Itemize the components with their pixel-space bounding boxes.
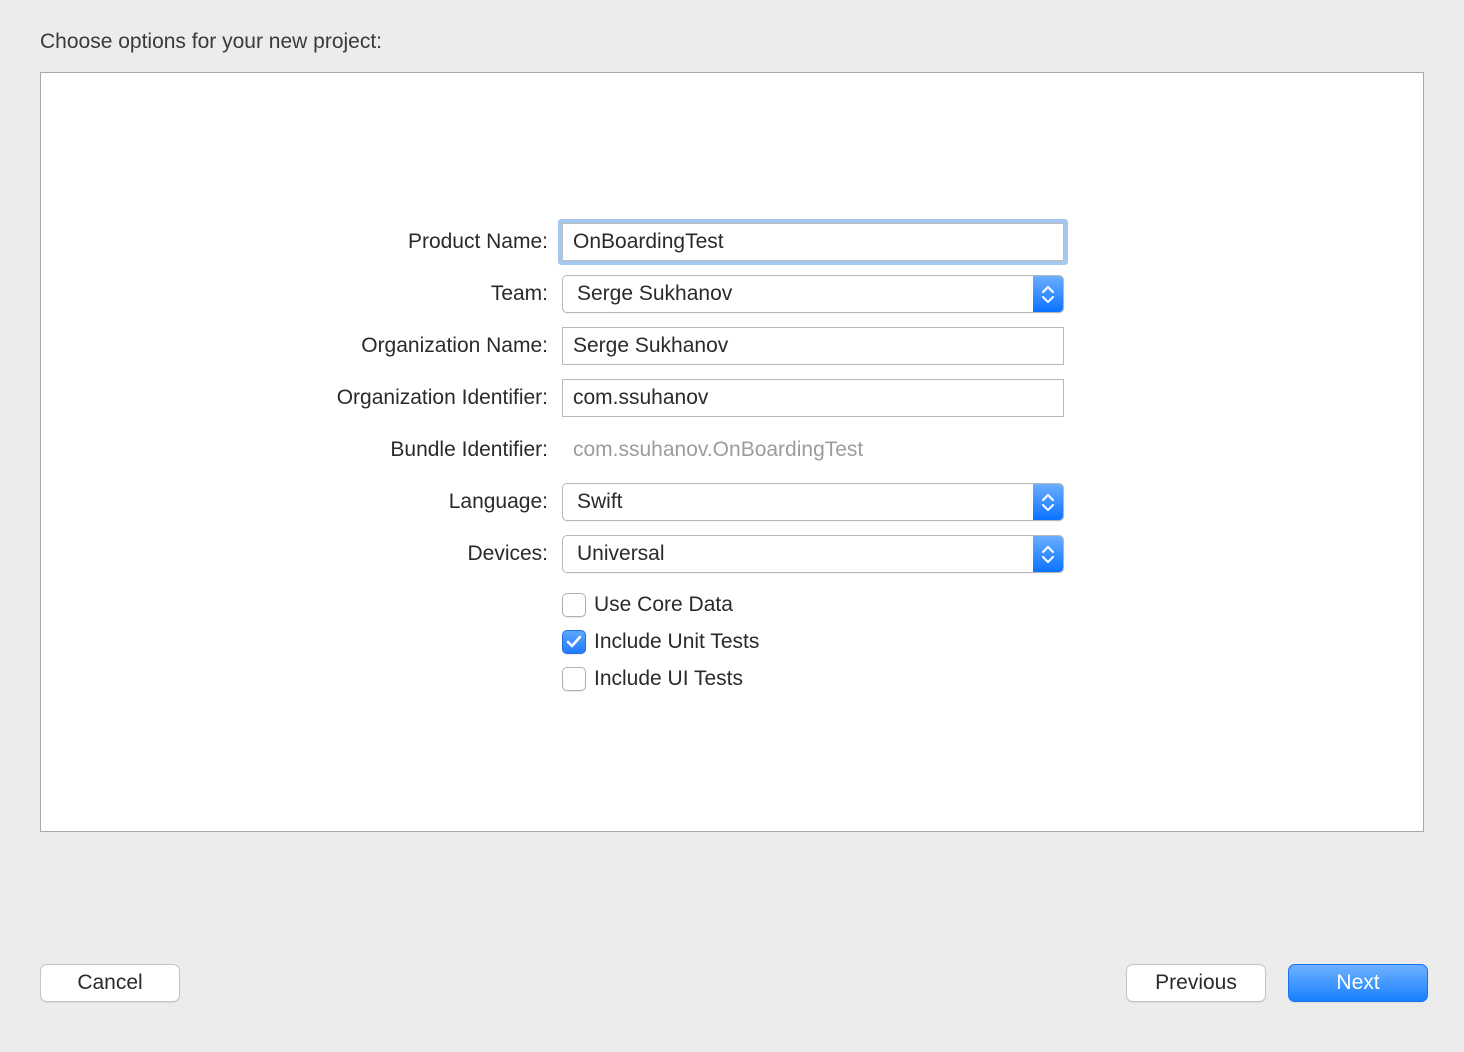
next-button[interactable]: Next: [1288, 964, 1428, 1002]
core-data-checkbox[interactable]: [562, 593, 586, 617]
button-bar: Cancel Previous Next: [40, 964, 1428, 1002]
ui-tests-label: Include UI Tests: [594, 667, 743, 691]
bundle-identifier-row: Bundle Identifier: com.ssuhanov.OnBoardi…: [282, 431, 1182, 469]
language-row: Language: Swift: [282, 483, 1182, 521]
devices-row: Devices: Universal: [282, 535, 1182, 573]
dialog-title: Choose options for your new project:: [0, 0, 1464, 72]
organization-name-row: Organization Name:: [282, 327, 1182, 365]
language-select[interactable]: Swift: [562, 483, 1064, 521]
organization-identifier-input[interactable]: [562, 379, 1064, 417]
organization-identifier-label: Organization Identifier:: [282, 386, 562, 410]
new-project-options-dialog: Choose options for your new project: Pro…: [0, 0, 1464, 1052]
bundle-identifier-label: Bundle Identifier:: [282, 438, 562, 462]
organization-name-label: Organization Name:: [282, 334, 562, 358]
ui-tests-row: Include UI Tests: [282, 665, 1182, 693]
team-row: Team: Serge Sukhanov: [282, 275, 1182, 313]
content-panel: Product Name: Team: Serge Sukhanov: [40, 72, 1424, 832]
product-name-row: Product Name:: [282, 223, 1182, 261]
organization-identifier-row: Organization Identifier:: [282, 379, 1182, 417]
team-select-value: Serge Sukhanov: [563, 282, 1033, 306]
bundle-identifier-value: com.ssuhanov.OnBoardingTest: [562, 438, 1182, 462]
core-data-label: Use Core Data: [594, 593, 733, 617]
unit-tests-checkbox[interactable]: [562, 630, 586, 654]
devices-select-value: Universal: [563, 542, 1033, 566]
cancel-button[interactable]: Cancel: [40, 964, 180, 1002]
unit-tests-row: Include Unit Tests: [282, 628, 1182, 656]
devices-label: Devices:: [282, 542, 562, 566]
organization-name-input[interactable]: [562, 327, 1064, 365]
ui-tests-checkbox[interactable]: [562, 667, 586, 691]
team-select[interactable]: Serge Sukhanov: [562, 275, 1064, 313]
previous-button[interactable]: Previous: [1126, 964, 1266, 1002]
language-select-value: Swift: [563, 490, 1033, 514]
core-data-row: Use Core Data: [282, 591, 1182, 619]
language-label: Language:: [282, 490, 562, 514]
product-name-input[interactable]: [562, 223, 1064, 261]
chevron-updown-icon: [1033, 484, 1063, 520]
options-form: Product Name: Team: Serge Sukhanov: [282, 223, 1182, 693]
checkbox-group: Use Core Data Include Unit Tests: [282, 591, 1182, 693]
team-label: Team:: [282, 282, 562, 306]
product-name-label: Product Name:: [282, 230, 562, 254]
unit-tests-label: Include Unit Tests: [594, 630, 759, 654]
chevron-updown-icon: [1033, 276, 1063, 312]
chevron-updown-icon: [1033, 536, 1063, 572]
devices-select[interactable]: Universal: [562, 535, 1064, 573]
